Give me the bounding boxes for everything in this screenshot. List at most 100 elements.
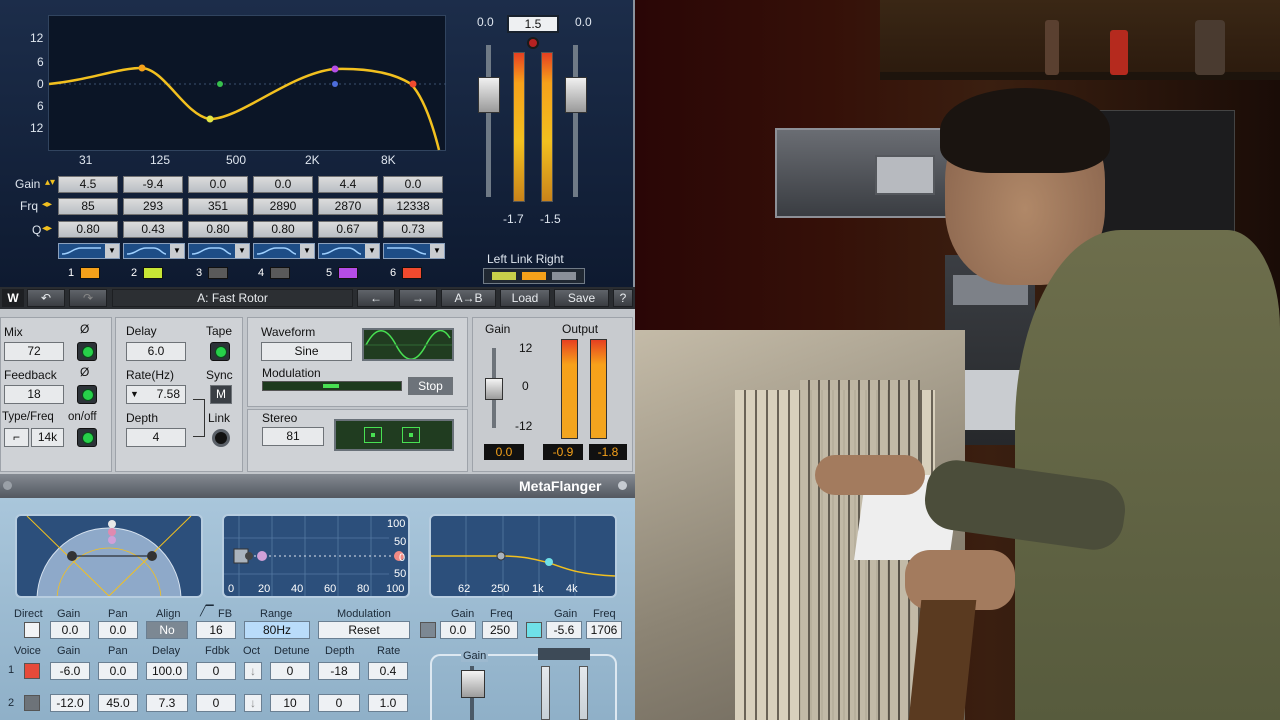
load-button[interactable]: Load	[500, 289, 550, 307]
help-button[interactable]: ?	[613, 289, 633, 307]
voice-2-pan[interactable]: 45.0	[98, 694, 138, 712]
save-button[interactable]: Save	[554, 289, 609, 307]
redo-button[interactable]: ↷	[69, 289, 107, 307]
waves-logo-icon[interactable]: W	[2, 289, 24, 307]
voice-2-gain[interactable]: -12.0	[50, 694, 90, 712]
sync-button[interactable]: M	[210, 385, 232, 404]
filter-type-select[interactable]: ⌐	[4, 428, 29, 447]
band-4-shape-select[interactable]: ▼	[253, 243, 315, 259]
right-fader-handle[interactable]	[565, 77, 587, 113]
mix-value[interactable]: 72	[4, 342, 64, 361]
previous-preset-button[interactable]: ←	[357, 289, 395, 307]
delay-scope[interactable]	[222, 514, 410, 598]
align-toggle[interactable]: No	[146, 621, 188, 639]
voice-2-delay[interactable]: 7.3	[146, 694, 188, 712]
filter2-toggle[interactable]	[526, 622, 542, 638]
chevron-down-icon[interactable]: ▼	[300, 244, 314, 258]
band-3-gain[interactable]: 0.0	[188, 176, 248, 193]
eq-band-4-handle[interactable]	[332, 81, 338, 87]
voice-1-oct[interactable]: ↓	[244, 662, 262, 680]
voice-2-rate[interactable]: 1.0	[368, 694, 408, 712]
voice-1-depth[interactable]: -18	[318, 662, 360, 680]
band-5-toggle[interactable]	[338, 267, 358, 279]
feedback-value[interactable]: 18	[4, 385, 64, 404]
filter1-gain-value[interactable]: 0.0	[440, 621, 476, 639]
band-4-freq[interactable]: 2890	[253, 198, 313, 215]
channel-link-switch[interactable]	[483, 268, 585, 284]
voice-1-gain[interactable]: -6.0	[50, 662, 90, 680]
eq-band-6-handle[interactable]	[409, 80, 417, 88]
link-toggle[interactable]	[212, 429, 230, 447]
tape-toggle[interactable]	[210, 342, 230, 361]
chevron-down-icon[interactable]: ▼	[235, 244, 249, 258]
voice-2-oct[interactable]: ↓	[244, 694, 262, 712]
clip-indicator-icon[interactable]	[527, 37, 539, 49]
band-5-freq[interactable]: 2870	[318, 198, 378, 215]
filter2-gain-value[interactable]: -5.6	[546, 621, 582, 639]
band-1-q[interactable]: 0.80	[58, 221, 118, 238]
mix-phase-toggle[interactable]	[77, 342, 97, 361]
chevron-down-icon[interactable]: ▼	[430, 244, 444, 258]
rate-value[interactable]: ▼ 7.58	[126, 385, 186, 404]
filter2-freq-value[interactable]: 1706	[586, 621, 622, 639]
band-2-freq[interactable]: 293	[123, 198, 183, 215]
band-3-shape-select[interactable]: ▼	[188, 243, 250, 259]
band-3-q[interactable]: 0.80	[188, 221, 248, 238]
eq-band-5-handle[interactable]	[331, 65, 339, 73]
band-1-freq[interactable]: 85	[58, 198, 118, 215]
direct-pan-value[interactable]: 0.0	[98, 621, 138, 639]
stereo-value[interactable]: 81	[262, 427, 324, 446]
undo-button[interactable]: ↶	[27, 289, 65, 307]
band-6-q[interactable]: 0.73	[383, 221, 443, 238]
eq-band-3-handle[interactable]	[217, 81, 223, 87]
voice-1-delay[interactable]: 100.0	[146, 662, 188, 680]
chevron-down-icon[interactable]: ▼	[105, 244, 119, 258]
depth-value[interactable]: 4	[126, 428, 186, 447]
band-3-toggle[interactable]	[208, 267, 228, 279]
band-6-freq[interactable]: 12338	[383, 198, 443, 215]
band-4-toggle[interactable]	[270, 267, 290, 279]
eq-band-1-handle[interactable]	[138, 64, 146, 72]
freq-arrows-icon[interactable]: ◂▸	[42, 199, 52, 210]
voice-1-rate[interactable]: 0.4	[368, 662, 408, 680]
voice-1-pan[interactable]: 0.0	[98, 662, 138, 680]
voice-2-fdbk[interactable]: 0	[196, 694, 236, 712]
output-gain-fader[interactable]	[461, 670, 485, 698]
preset-name-display[interactable]: A: Fast Rotor	[112, 289, 353, 307]
direct-gain-value[interactable]: 0.0	[50, 621, 90, 639]
band-5-q[interactable]: 0.67	[318, 221, 378, 238]
feedback-phase-toggle[interactable]	[77, 385, 97, 404]
filter-freq-value[interactable]: 14k	[31, 428, 64, 447]
band-5-shape-select[interactable]: ▼	[318, 243, 380, 259]
voice-1-toggle[interactable]	[24, 663, 40, 679]
filter1-toggle[interactable]	[420, 622, 436, 638]
band-1-toggle[interactable]	[80, 267, 100, 279]
voice-2-detune[interactable]: 10	[270, 694, 310, 712]
next-preset-button[interactable]: →	[399, 289, 437, 307]
gain-arrows-icon[interactable]: ▴▾	[45, 177, 55, 188]
q-arrows-icon[interactable]: ◂▸	[42, 223, 52, 234]
voice-1-fdbk[interactable]: 0	[196, 662, 236, 680]
band-2-gain[interactable]: -9.4	[123, 176, 183, 193]
band-6-gain[interactable]: 0.0	[383, 176, 443, 193]
delay-value[interactable]: 6.0	[126, 342, 186, 361]
meter-master-value[interactable]: 1.5	[507, 15, 559, 33]
band-1-shape-select[interactable]: ▼	[58, 243, 120, 259]
band-4-gain[interactable]: 0.0	[253, 176, 313, 193]
chevron-down-icon[interactable]: ▼	[130, 386, 139, 403]
eq-band-2-handle[interactable]	[206, 115, 214, 123]
fb-value[interactable]: 16	[196, 621, 236, 639]
gain-fader-handle[interactable]	[485, 378, 503, 400]
filter-on-off-toggle[interactable]	[77, 428, 97, 447]
band-2-toggle[interactable]	[143, 267, 163, 279]
voice-2-depth[interactable]: 0	[318, 694, 360, 712]
a-to-b-button[interactable]: A→B	[441, 289, 496, 307]
voice-2-toggle[interactable]	[24, 695, 40, 711]
band-3-freq[interactable]: 351	[188, 198, 248, 215]
range-value[interactable]: 80Hz	[244, 621, 310, 639]
waveform-select[interactable]: Sine	[261, 342, 352, 361]
eq-graph[interactable]	[48, 15, 447, 151]
band-6-shape-select[interactable]: ▼	[383, 243, 445, 259]
band-5-gain[interactable]: 4.4	[318, 176, 378, 193]
left-fader-handle[interactable]	[478, 77, 500, 113]
